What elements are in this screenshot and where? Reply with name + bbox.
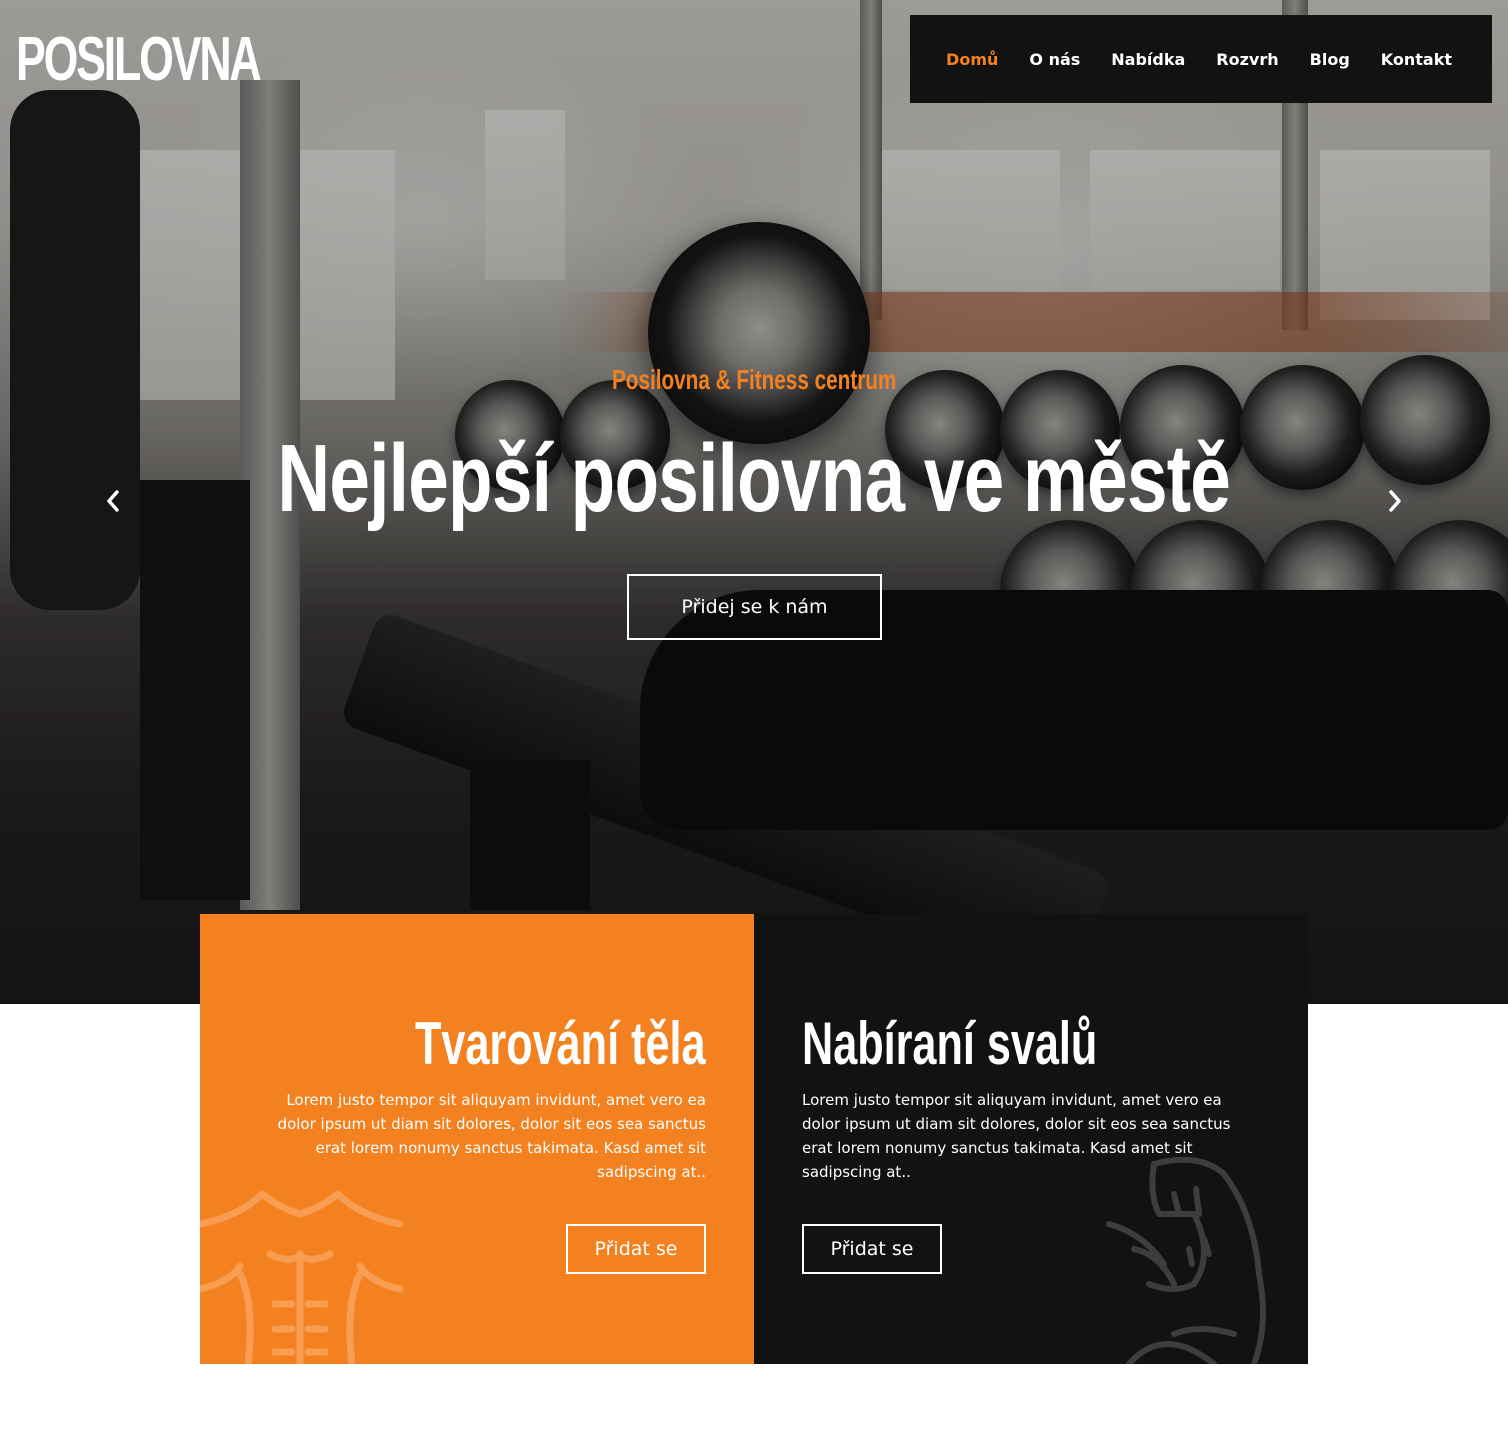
torso-icon — [200, 1190, 404, 1364]
join-us-button[interactable]: Přidej se k nám — [627, 574, 882, 640]
nav-item-rozvrh[interactable]: Rozvrh — [1216, 50, 1278, 69]
nav-item-kontakt[interactable]: Kontakt — [1381, 50, 1452, 69]
main-nav: Domů O nás Nabídka Rozvrh Blog Kontakt — [910, 15, 1492, 103]
join-button[interactable]: Přidat se — [802, 1224, 942, 1274]
hero-carousel: Posilovna & Fitness centrum Nejlepší pos… — [0, 0, 1508, 1004]
service-card-muscle-gain: Nabíraní svalů Lorem justo tempor sit al… — [754, 914, 1308, 1364]
service-card-body-shaping: Tvarování těla Lorem justo tempor sit al… — [200, 914, 754, 1364]
hero-title: Nejlepší posilovna ve městě — [277, 425, 1231, 532]
site-logo[interactable]: POSILOVNA — [16, 24, 262, 96]
nav-item-nabidka[interactable]: Nabídka — [1111, 50, 1185, 69]
nav-item-domu[interactable]: Domů — [946, 50, 998, 69]
card-title: Tvarování těla — [415, 1010, 706, 1077]
join-button[interactable]: Přidat se — [566, 1224, 706, 1274]
nav-item-blog[interactable]: Blog — [1310, 50, 1350, 69]
card-title: Nabíraní svalů — [802, 1010, 1098, 1077]
hero-subtitle: Posilovna & Fitness centrum — [611, 364, 897, 395]
nav-item-o-nas[interactable]: O nás — [1029, 50, 1080, 69]
biceps-arm-icon — [1106, 1156, 1266, 1364]
